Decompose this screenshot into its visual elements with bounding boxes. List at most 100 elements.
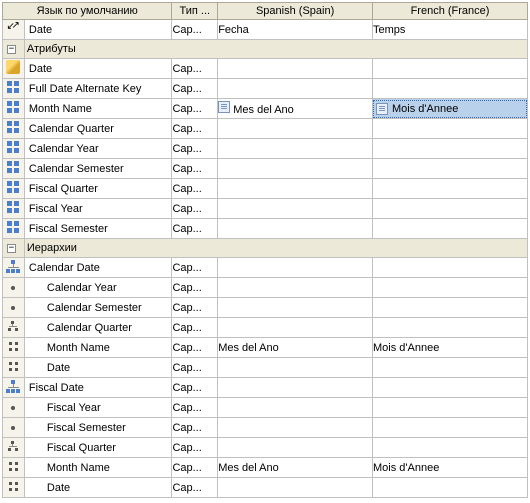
attribute-type[interactable]: Cap...	[172, 179, 218, 199]
attribute-icon	[7, 101, 20, 113]
level-type[interactable]: Cap...	[172, 438, 218, 458]
level-french[interactable]	[373, 438, 528, 458]
hierarchy-row[interactable]: Calendar DateCap...	[3, 258, 528, 278]
hierarchy-row[interactable]: Fiscal DateCap...	[3, 378, 528, 398]
level-row[interactable]: Fiscal SemesterCap...	[3, 418, 528, 438]
attribute-type[interactable]: Cap...	[172, 99, 218, 119]
attribute-row[interactable]: Calendar QuarterCap...	[3, 119, 528, 139]
attribute-french[interactable]: Mois d'Annee	[373, 99, 528, 119]
dimension-row[interactable]: Date Cap... Fecha Temps	[3, 20, 528, 40]
level-spanish[interactable]	[218, 298, 373, 318]
level-row[interactable]: Month NameCap...Mes del AnoMois d'Annee	[3, 458, 528, 478]
level-french[interactable]	[373, 298, 528, 318]
attribute-row[interactable]: Calendar SemesterCap...	[3, 159, 528, 179]
hierarchy-french[interactable]	[373, 258, 528, 278]
level-type[interactable]: Cap...	[172, 278, 218, 298]
attribute-type[interactable]: Cap...	[172, 139, 218, 159]
level-row[interactable]: Month NameCap...Mes del AnoMois d'Annee	[3, 338, 528, 358]
level-row[interactable]: Fiscal YearCap...	[3, 398, 528, 418]
collapse-icon[interactable]: −	[7, 244, 16, 253]
attribute-french[interactable]	[373, 219, 528, 239]
level-french[interactable]	[373, 318, 528, 338]
attribute-french[interactable]	[373, 179, 528, 199]
level-french[interactable]: Mois d'Annee	[373, 338, 528, 358]
attribute-spanish[interactable]	[218, 199, 373, 219]
level-french[interactable]	[373, 398, 528, 418]
level-french[interactable]	[373, 278, 528, 298]
attribute-row[interactable]: Fiscal YearCap...	[3, 199, 528, 219]
attribute-french[interactable]	[373, 59, 528, 79]
level-row[interactable]: Calendar SemesterCap...	[3, 298, 528, 318]
attribute-type[interactable]: Cap...	[172, 219, 218, 239]
col-type[interactable]: Тип ...	[172, 3, 218, 20]
attribute-row[interactable]: Month NameCap... Mes del AnoMois d'Annee	[3, 99, 528, 119]
level-spanish[interactable]	[218, 318, 373, 338]
attribute-french[interactable]	[373, 199, 528, 219]
level-french[interactable]	[373, 478, 528, 498]
attribute-type[interactable]: Cap...	[172, 199, 218, 219]
hierarchy-type[interactable]: Cap...	[172, 378, 218, 398]
category-attributes[interactable]: − Атрибуты	[3, 40, 528, 59]
level-type[interactable]: Cap...	[172, 418, 218, 438]
attribute-spanish[interactable]	[218, 159, 373, 179]
col-french[interactable]: French (France)	[373, 3, 528, 20]
hierarchy-french[interactable]	[373, 378, 528, 398]
level-type[interactable]: Cap...	[172, 358, 218, 378]
level-row[interactable]: DateCap...	[3, 478, 528, 498]
hierarchy-spanish[interactable]	[218, 378, 373, 398]
attribute-spanish[interactable]	[218, 179, 373, 199]
dimension-type[interactable]: Cap...	[172, 20, 218, 40]
attribute-row[interactable]: Calendar YearCap...	[3, 139, 528, 159]
dimension-french[interactable]: Temps	[373, 20, 528, 40]
attribute-row[interactable]: Full Date Alternate KeyCap...	[3, 79, 528, 99]
col-spanish[interactable]: Spanish (Spain)	[218, 3, 373, 20]
attribute-type[interactable]: Cap...	[172, 119, 218, 139]
hierarchy-type[interactable]: Cap...	[172, 258, 218, 278]
attribute-spanish[interactable]	[218, 219, 373, 239]
level-spanish[interactable]: Mes del Ano	[218, 338, 373, 358]
attribute-row[interactable]: DateCap...	[3, 59, 528, 79]
level-type[interactable]: Cap...	[172, 458, 218, 478]
level-type[interactable]: Cap...	[172, 298, 218, 318]
attribute-spanish[interactable]	[218, 119, 373, 139]
attribute-spanish[interactable]	[218, 139, 373, 159]
dimension-spanish[interactable]: Fecha	[218, 20, 373, 40]
level-french[interactable]: Mois d'Annee	[373, 458, 528, 478]
attribute-spanish[interactable]	[218, 59, 373, 79]
level-row[interactable]: DateCap...	[3, 358, 528, 378]
attribute-spanish[interactable]	[218, 79, 373, 99]
level-row[interactable]: Calendar YearCap...	[3, 278, 528, 298]
attribute-french[interactable]	[373, 79, 528, 99]
translation-grid[interactable]: Язык по умолчанию Тип ... Spanish (Spain…	[2, 2, 528, 498]
level-spanish[interactable]	[218, 278, 373, 298]
level-type[interactable]: Cap...	[172, 398, 218, 418]
category-hierarchies[interactable]: − Иерархии	[3, 239, 528, 258]
attribute-french[interactable]	[373, 159, 528, 179]
attribute-french[interactable]	[373, 119, 528, 139]
attribute-spanish[interactable]: Mes del Ano	[218, 99, 373, 119]
level-spanish[interactable]	[218, 358, 373, 378]
col-default-lang[interactable]: Язык по умолчанию	[3, 3, 172, 20]
attribute-type[interactable]: Cap...	[172, 159, 218, 179]
level-spanish[interactable]: Mes del Ano	[218, 458, 373, 478]
attribute-name: Fiscal Semester	[25, 223, 108, 235]
attribute-type[interactable]: Cap...	[172, 79, 218, 99]
level-type[interactable]: Cap...	[172, 318, 218, 338]
attribute-type[interactable]: Cap...	[172, 59, 218, 79]
level-spanish[interactable]	[218, 418, 373, 438]
level-name: Fiscal Quarter	[25, 442, 116, 454]
attribute-row[interactable]: Fiscal Semester Cap...	[3, 219, 528, 239]
level-french[interactable]	[373, 358, 528, 378]
level-french[interactable]	[373, 418, 528, 438]
level-spanish[interactable]	[218, 438, 373, 458]
collapse-icon[interactable]: −	[7, 45, 16, 54]
attribute-row[interactable]: Fiscal QuarterCap...	[3, 179, 528, 199]
attribute-french[interactable]	[373, 139, 528, 159]
level-spanish[interactable]	[218, 478, 373, 498]
level-row[interactable]: Fiscal Quarter Cap...	[3, 438, 528, 458]
level-type[interactable]: Cap...	[172, 478, 218, 498]
level-row[interactable]: Calendar QuarterCap...	[3, 318, 528, 338]
level-spanish[interactable]	[218, 398, 373, 418]
level-type[interactable]: Cap...	[172, 338, 218, 358]
hierarchy-spanish[interactable]	[218, 258, 373, 278]
